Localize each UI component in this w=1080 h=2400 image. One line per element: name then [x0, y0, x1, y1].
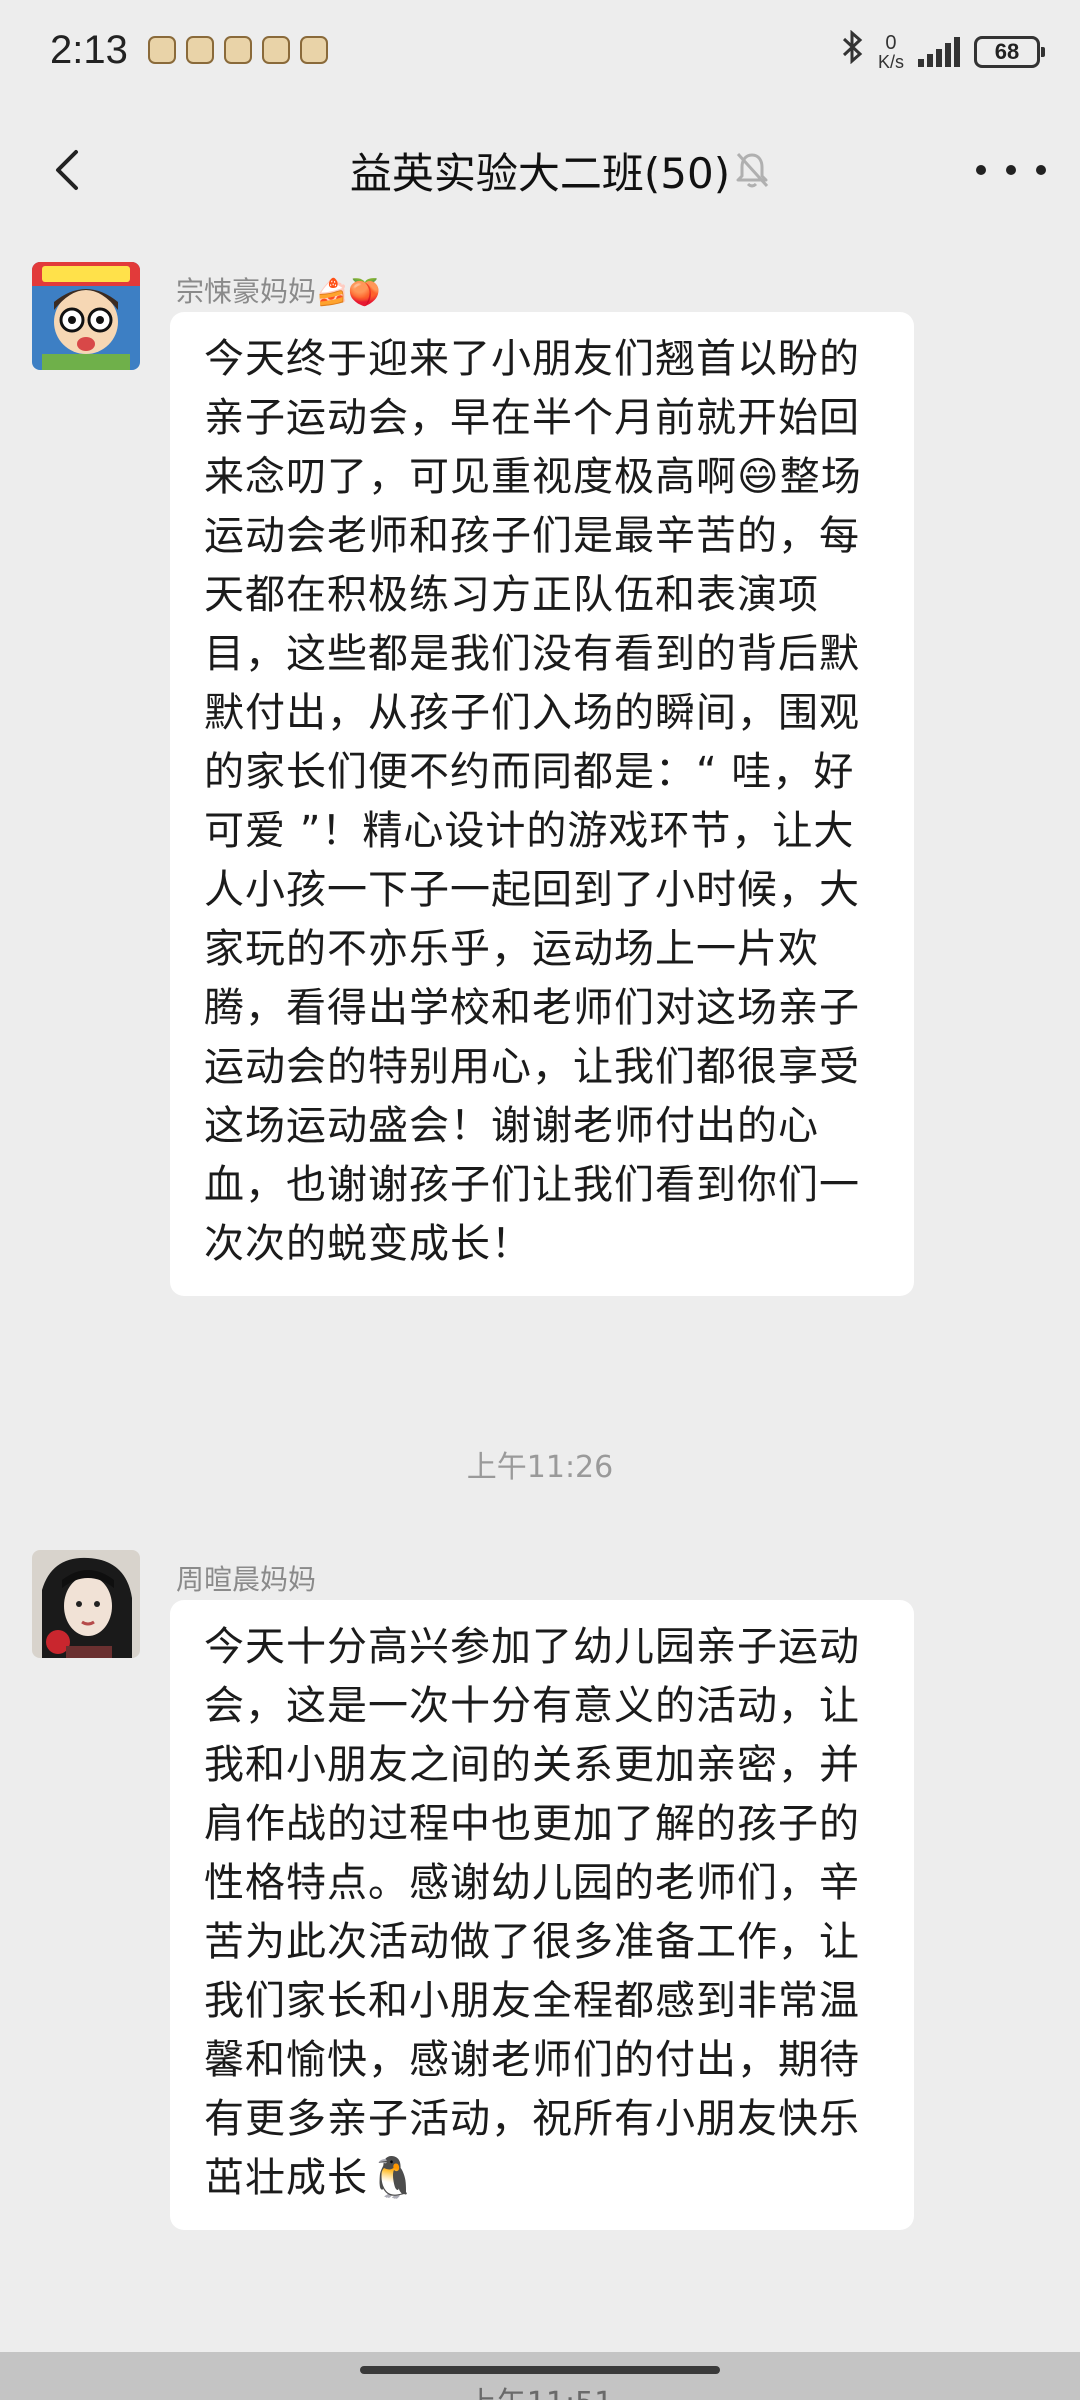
more-options-icon[interactable]: [976, 150, 1046, 190]
network-speed-value: 0: [885, 31, 897, 54]
signal-icon: [918, 36, 960, 67]
timestamp-label: 上午11:51: [0, 2378, 1080, 2400]
sender-name-text: 周暄晨妈妈: [176, 1563, 317, 1596]
nav-bar: 益英实验大二班(50): [0, 110, 1080, 230]
avatar[interactable]: [32, 1550, 140, 1658]
sender-name-text: 宗悚豪妈妈: [176, 275, 317, 308]
message-bubble[interactable]: 今天终于迎来了小朋友们翘首以盼的亲子运动会，早在半个月前就开始回来念叨了，可见重…: [170, 312, 914, 1296]
status-bar: 2:13 0 K/s 68: [0, 0, 1080, 110]
sender-name: 宗悚豪妈妈🍰🍑: [176, 270, 381, 310]
sender-name: 周暄晨妈妈: [176, 1558, 316, 1598]
sender-emoji: 🍰🍑: [316, 278, 381, 308]
network-speed: 0 K/s: [878, 33, 904, 71]
timestamp-label: 上午11:26: [466, 1450, 614, 1485]
app-notification-icon: [300, 36, 328, 64]
status-clock: 2:13: [50, 28, 128, 72]
network-speed-unit: K/s: [877, 51, 904, 72]
notification-icons: [148, 36, 328, 64]
mute-bell-icon: [734, 150, 770, 190]
app-notification-icon: [148, 36, 176, 64]
app-notification-icon: [224, 36, 252, 64]
battery-icon: 68: [974, 35, 1045, 68]
status-right: 0 K/s 68: [842, 29, 1045, 73]
message-bubble[interactable]: 今天十分高兴参加了幼儿园亲子运动会，这是一次十分有意义的活动，让我和小朋友之间的…: [170, 1600, 914, 2230]
chat-screen: 2:13 0 K/s 68 益英实验大二班(50) 宗悚豪妈妈🍰🍑 今天终于迎来…: [0, 0, 1080, 2400]
home-indicator[interactable]: [360, 2366, 720, 2374]
app-notification-icon: [186, 36, 214, 64]
chat-title: 益英实验大二班(50): [349, 149, 731, 198]
avatar[interactable]: [32, 262, 140, 370]
app-notification-icon: [262, 36, 290, 64]
bottom-bar: 上午11:51: [0, 2352, 1080, 2400]
bluetooth-icon: [842, 29, 864, 73]
